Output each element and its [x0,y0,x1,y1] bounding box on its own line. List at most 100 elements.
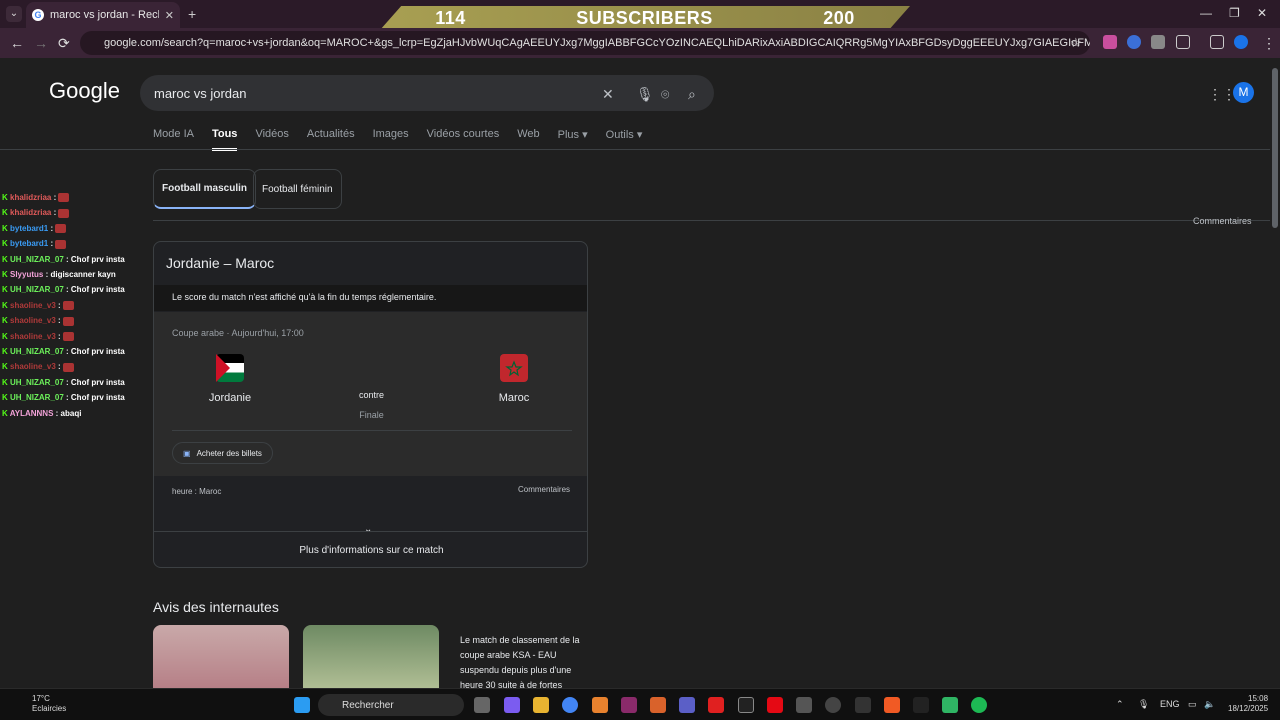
versus-label: contre [358,390,384,400]
netflix-icon[interactable] [767,697,783,713]
card-feedback-link[interactable]: Commentaires [518,485,570,494]
address-bar[interactable]: google.com/search?q=maroc+vs+jordan&oq=M… [80,31,1090,55]
microphone-tray-icon[interactable]: 🎙 [1138,699,1149,710]
copilot-icon[interactable] [504,697,520,713]
minimize-button[interactable]: — [1200,6,1212,20]
timezone-label: heure : Maroc [172,487,222,496]
home-team-name: Jordanie [208,392,252,404]
browser-toolbar: ← → ⟳ google.com/search?q=maroc+vs+jorda… [0,28,1280,58]
search-input[interactable]: maroc vs jordan [140,75,714,111]
chat-username: AYLANNNS [9,408,54,418]
stream-chat-overlay: K khalidzriaa : K khalidzriaa : K byteba… [2,190,152,421]
media-controls-icon[interactable] [1210,35,1224,49]
extension-icon-2[interactable] [1127,35,1141,49]
app-icon-c[interactable] [650,697,666,713]
search-icon[interactable]: ⌕ [688,86,696,103]
buy-tickets-button[interactable]: ▣ Acheter des billets [172,442,273,464]
chip-football-masculin[interactable]: Football masculin [153,169,257,209]
extensions-puzzle-icon[interactable] [1176,35,1190,49]
maximize-button[interactable]: ❐ [1229,6,1240,20]
new-tab-button[interactable]: + [188,6,196,22]
taskbar-search[interactable]: Rechercher [318,694,464,716]
back-button[interactable]: ← [10,35,24,51]
network-icon[interactable]: ▭ [1188,699,1197,710]
task-view-icon[interactable] [474,697,490,713]
chat-emote-icon [62,301,74,311]
app-icon-d[interactable] [796,697,812,713]
chat-emote-icon [62,332,74,342]
app-icon-f[interactable] [942,697,958,713]
bookmark-star-icon[interactable]: ☆ [1070,35,1082,51]
kick-badge-icon: K [2,285,10,295]
search-query: maroc vs jordan [154,85,247,101]
tab-search-dropdown[interactable]: ⌄ [6,6,22,22]
youtube-icon[interactable] [708,697,724,713]
system-clock[interactable]: 15:08 18/12/2025 [1228,694,1268,714]
search-tab[interactable]: Plus ▾ [558,128,588,151]
clear-search-icon[interactable]: ✕ [602,86,614,103]
spotify-icon[interactable] [971,697,987,713]
search-tab[interactable]: Actualités [307,128,355,151]
weather-condition: Eclaircies [32,704,67,713]
kick-badge-icon: K [2,223,10,233]
chrome-icon[interactable] [562,697,578,713]
profile-avatar-icon[interactable] [1234,35,1248,49]
review-thumbnail-1[interactable] [153,625,289,688]
match-details[interactable]: Coupe arabe · Aujourd'hui, 17:00 Jordani… [154,312,587,476]
close-window-button[interactable]: ✕ [1257,6,1267,20]
more-info-button[interactable]: Plus d'informations sur ce match [154,531,587,567]
teams-icon[interactable] [679,697,695,713]
chip-football-feminin[interactable]: Football féminin [253,169,342,209]
weather-widget[interactable]: 17°C Eclaircies [14,694,66,714]
search-tab[interactable]: Vidéos courtes [427,128,500,151]
lens-camera-icon[interactable]: ⌾ [661,86,669,103]
page-scrollbar[interactable] [1270,58,1280,688]
reload-button[interactable]: ⟳ [58,35,70,52]
search-tab[interactable]: Mode IA [153,128,194,151]
search-tab[interactable]: Tous [211,128,238,151]
chat-message: K shaoline_v3 : [2,313,152,328]
chat-emote-icon [62,316,74,326]
voice-search-icon[interactable]: 🎙 [636,86,654,103]
app-icon-a[interactable] [592,697,608,713]
browser-tab-active[interactable]: G maroc vs jordan - Recherche Go ✕ [26,2,180,28]
windows-start-icon[interactable] [294,697,310,713]
extension-icon-3[interactable] [1151,35,1165,49]
volume-icon[interactable]: 🔈 [1204,699,1215,710]
scrollbar-thumb[interactable] [1272,68,1278,228]
language-indicator[interactable]: ENG [1160,699,1180,709]
kick-badge-icon: K [2,362,10,372]
app-icon-b[interactable] [621,697,637,713]
chat-username: UH_NIZAR_07 [10,393,64,403]
kick-badge-icon: K [2,377,10,387]
review-snippet[interactable]: Le match de classement de la coupe arabe… [460,633,580,688]
search-tab[interactable]: Images [373,128,409,151]
file-explorer-icon[interactable] [533,697,549,713]
app-icon-e[interactable] [825,697,841,713]
chat-emote-icon [58,208,70,218]
chat-text: Chof prv insta [70,254,125,264]
chat-message: K UH_NIZAR_07 : Chof prv insta [2,252,152,267]
tradingview-icon[interactable] [913,697,929,713]
app-icon-xm[interactable] [855,697,871,713]
chat-message: K UH_NIZAR_07 : Chof prv insta [2,344,152,359]
match-stage: Finale [359,410,384,420]
tab-close-icon[interactable]: ✕ [165,9,174,22]
brave-icon[interactable] [884,697,900,713]
chat-separator: : [63,393,71,403]
tray-chevron-icon[interactable]: ⌃ [1116,699,1124,710]
app-icon-fn[interactable] [738,697,754,713]
match-title[interactable]: Jordanie – Maroc [166,255,274,271]
search-tab[interactable]: Vidéos [255,128,288,151]
chat-username: shaoline_v3 [10,316,56,326]
google-logo[interactable]: Google [49,78,120,104]
review-thumbnail-2[interactable] [303,625,439,688]
extension-icon-1[interactable] [1103,35,1117,49]
chat-message: K UH_NIZAR_07 : Chof prv insta [2,375,152,390]
forward-button[interactable]: → [34,35,48,51]
feedback-link[interactable]: Commentaires [1193,216,1252,226]
search-tab[interactable]: Web [517,128,539,151]
browser-menu-icon[interactable]: ⋮ [1262,35,1276,52]
account-avatar[interactable]: M [1233,82,1254,103]
search-tab[interactable]: Outils ▾ [606,128,643,151]
